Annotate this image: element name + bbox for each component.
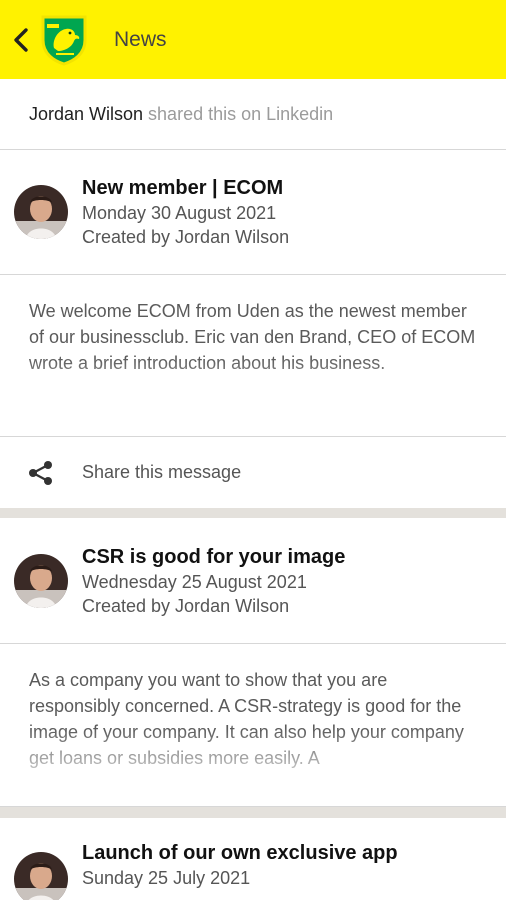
card-divider <box>0 508 506 518</box>
news-card-header[interactable]: Launch of our own exclusive app Sunday 2… <box>0 818 506 900</box>
news-card-header[interactable]: New member | ECOM Monday 30 August 2021 … <box>0 150 506 275</box>
news-title: New member | ECOM <box>82 177 284 199</box>
news-feed[interactable]: Jordan Wilson shared this on Linkedin Ne… <box>0 79 506 900</box>
shared-by-name: Jordan Wilson <box>29 103 144 124</box>
news-card: Launch of our own exclusive app Sunday 2… <box>0 818 506 900</box>
news-date: Wednesday 25 August 2021 <box>82 571 307 592</box>
chevron-left-icon <box>14 27 28 52</box>
excerpt-fade <box>0 728 506 806</box>
club-crest-icon <box>41 15 87 66</box>
news-excerpt[interactable]: As a company you want to show that you a… <box>0 644 506 807</box>
excerpt-fade <box>0 358 506 436</box>
news-card: New member | ECOM Monday 30 August 2021 … <box>0 150 506 508</box>
app-bar: News <box>0 0 506 79</box>
news-card: CSR is good for your image Wednesday 25 … <box>0 518 506 807</box>
shared-notice: Jordan Wilson shared this on Linkedin <box>0 79 506 150</box>
shared-by-text: shared this on Linkedin <box>148 103 334 124</box>
news-date: Monday 30 August 2021 <box>82 203 277 223</box>
avatar <box>14 852 68 900</box>
news-author: Created by Jordan Wilson <box>82 595 290 616</box>
news-card-header[interactable]: CSR is good for your image Wednesday 25 … <box>0 518 506 644</box>
back-button[interactable] <box>6 0 36 79</box>
news-author: Created by Jordan Wilson <box>82 227 290 247</box>
news-title: CSR is good for your image <box>82 545 346 568</box>
share-icon <box>29 460 52 485</box>
page-title: News <box>114 27 167 51</box>
avatar <box>14 553 68 608</box>
share-button[interactable]: Share this message <box>0 437 506 508</box>
news-excerpt[interactable]: We welcome ECOM from Uden as the newest … <box>0 275 506 437</box>
share-label: Share this message <box>82 462 242 482</box>
news-date: Sunday 25 July 2021 <box>82 868 251 888</box>
avatar <box>14 185 68 239</box>
news-title: Launch of our own exclusive app <box>82 842 398 864</box>
card-divider <box>0 807 506 818</box>
